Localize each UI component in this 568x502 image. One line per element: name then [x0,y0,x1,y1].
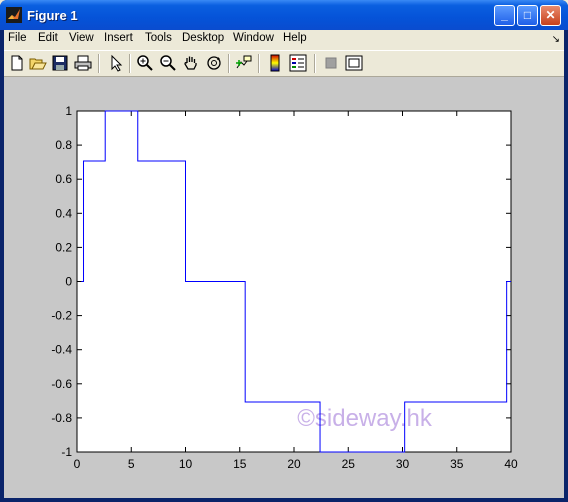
y-tick-label: 1 [65,104,72,118]
save-icon[interactable] [51,54,69,72]
y-tick-label: 0.6 [55,172,72,186]
x-tick-label: 15 [233,457,247,471]
title-bar[interactable]: Figure 1 _ □ ✕ [0,0,568,30]
menu-insert[interactable]: Insert [104,32,133,44]
zoom-in-icon[interactable] [136,54,154,72]
figure-window: Figure 1 _ □ ✕ File Edit View Insert Too… [0,0,568,502]
toolbar-separator [98,54,100,73]
rotate-3d-icon[interactable] [205,54,223,72]
y-tick-label: -0.8 [51,411,72,425]
window-title: Figure 1 [27,8,78,23]
y-tick-label: -0.6 [51,377,72,391]
menu-tools[interactable]: Tools [145,32,172,44]
menu-file[interactable]: File [8,32,27,44]
x-tick-label: 0 [74,457,81,471]
hide-plot-tools-icon[interactable] [322,54,340,72]
legend-icon[interactable] [289,54,307,72]
menu-view[interactable]: View [69,32,94,44]
x-tick-label: 25 [342,457,356,471]
new-figure-icon[interactable] [8,54,26,72]
dock-arrow-icon[interactable]: ↘ [552,34,560,45]
menu-edit[interactable]: Edit [38,32,58,44]
toolbar-separator [129,54,131,73]
y-tick-label: -1 [61,445,72,459]
open-file-icon[interactable] [29,54,47,72]
toolbar-separator [258,54,260,73]
x-tick-label: 35 [450,457,464,471]
x-tick-label: 10 [179,457,193,471]
x-tick-label: 20 [287,457,301,471]
y-tick-label: -0.4 [51,343,72,357]
colorbar-icon[interactable] [266,54,284,72]
axes-box [76,110,512,453]
menu-window[interactable]: Window [233,32,274,44]
watermark-text: ©sideway.hk [297,405,433,432]
x-tick-label: 40 [504,457,518,471]
y-tick-label: 0.4 [55,206,72,220]
data-cursor-icon[interactable] [235,54,253,72]
maximize-button[interactable]: □ [517,5,538,26]
y-tick-label: 0 [65,275,72,289]
line-plot[interactable]: 0 5 10 15 20 25 30 35 40 1 0.8 0.6 0.4 0.2 0 -0.2 -0.4 -0… [4,77,564,498]
minimize-button[interactable]: _ [494,5,515,26]
matlab-logo-icon [6,7,22,23]
x-tick-label: 5 [128,457,135,471]
y-tick-label: 0.2 [55,240,72,254]
menu-desktop[interactable]: Desktop [182,32,224,44]
print-icon[interactable] [74,54,92,72]
client-area: File Edit View Insert Tools Desktop Wind… [4,30,564,498]
figure-canvas: 0 5 10 15 20 25 30 35 40 1 0.8 0.6 0.4 0.2 0 -0.2 -0.4 -0… [4,77,564,498]
menu-bar: File Edit View Insert Tools Desktop Wind… [4,30,564,49]
pan-hand-icon[interactable] [182,54,200,72]
y-tick-label: -0.2 [51,309,72,323]
x-tick-label: 30 [396,457,410,471]
y-tick-label: 0.8 [55,138,72,152]
toolbar-separator [228,54,230,73]
show-plot-tools-icon[interactable] [345,54,363,72]
figure-toolbar [4,50,564,77]
toolbar-separator [314,54,316,73]
menu-help[interactable]: Help [283,32,307,44]
close-button[interactable]: ✕ [540,5,561,26]
zoom-out-icon[interactable] [159,54,177,72]
edit-plot-arrow-icon[interactable] [107,54,125,72]
